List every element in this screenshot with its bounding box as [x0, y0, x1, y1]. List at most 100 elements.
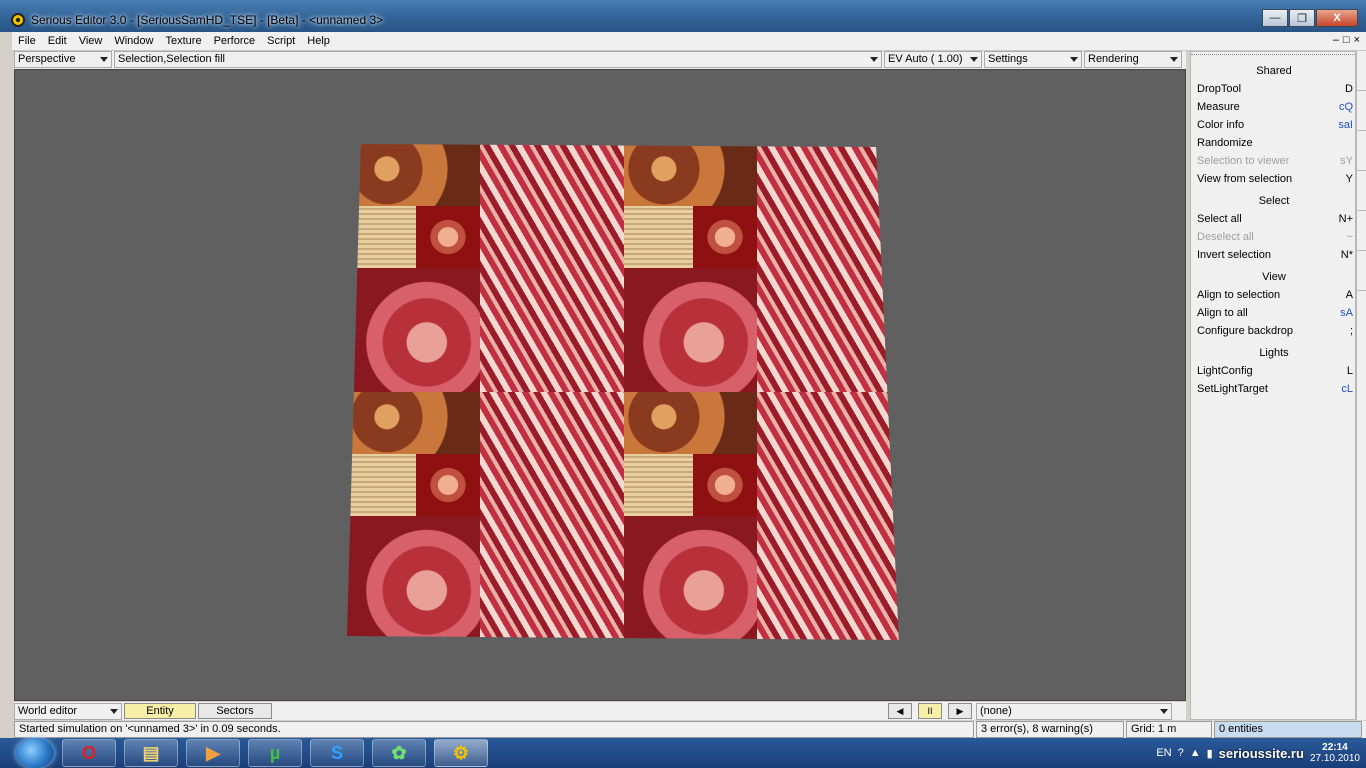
minimize-button[interactable]: — [1262, 9, 1288, 27]
clock[interactable]: 22:14 27.10.2010 [1310, 742, 1360, 764]
side-tab[interactable] [1357, 211, 1366, 251]
chevron-down-icon [110, 708, 118, 714]
menu-help[interactable]: Help [301, 33, 336, 50]
start-button[interactable] [16, 738, 54, 768]
tool-lightconfig[interactable]: LightConfig L [1191, 362, 1357, 380]
help-icon[interactable]: ? [1178, 747, 1184, 759]
taskbar-skype-icon[interactable]: S [310, 739, 364, 767]
taskbar-explorer-icon[interactable]: ▤ [124, 739, 178, 767]
tool-label: Invert selection [1197, 249, 1271, 261]
chevron-down-icon [1170, 57, 1178, 62]
side-tab[interactable] [1357, 171, 1366, 211]
taskbar-media-player-icon[interactable]: ▶ [186, 739, 240, 767]
tool-droptool[interactable]: DropTool D [1191, 80, 1357, 98]
menu-perforce[interactable]: Perforce [208, 33, 262, 50]
3d-viewport[interactable] [14, 69, 1186, 701]
tool-measure[interactable]: Measure cQ [1191, 98, 1357, 116]
menu-texture[interactable]: Texture [159, 33, 207, 50]
tool-configure-backdrop[interactable]: Configure backdrop; [1191, 322, 1357, 340]
rendering-dropdown[interactable]: Rendering [1084, 51, 1182, 68]
side-tab[interactable] [1357, 131, 1366, 171]
mdi-minimize-button[interactable]: – [1333, 34, 1339, 46]
menu-view[interactable]: View [73, 33, 109, 50]
chevron-down-icon [1160, 708, 1168, 714]
tool-shortcut: ~ [1346, 231, 1353, 243]
show-hidden-icons-icon[interactable]: ▲ [1190, 747, 1201, 759]
tool-label: Randomize [1197, 137, 1253, 149]
menu-script[interactable]: Script [261, 33, 301, 50]
next-button[interactable]: ▶ [948, 703, 972, 719]
chevron-down-icon [1070, 57, 1078, 62]
section-view-title: View [1262, 271, 1286, 283]
chevron-down-icon [970, 57, 978, 62]
tab-entity[interactable]: Entity [124, 703, 196, 719]
tab-sectors[interactable]: Sectors [198, 703, 272, 719]
taskbar-icq-icon[interactable]: ✿ [372, 739, 426, 767]
side-tab[interactable] [1357, 91, 1366, 131]
menu-file[interactable]: File [12, 33, 42, 50]
tool-label: Selection to viewer [1197, 155, 1290, 167]
mdi-close-button[interactable]: × [1354, 34, 1360, 46]
side-tab[interactable] [1357, 251, 1366, 291]
chevron-down-icon [870, 57, 878, 62]
tool-align-to-selection[interactable]: Align to selection A [1191, 286, 1357, 304]
tool-label: Configure backdrop [1197, 325, 1294, 337]
serious-editor-gear-icon [11, 13, 25, 27]
language-indicator[interactable]: EN [1156, 747, 1171, 759]
menu-edit[interactable]: Edit [42, 33, 73, 50]
texture-tile [624, 144, 899, 392]
previous-button[interactable]: ◀ [888, 703, 912, 719]
clock-date: 27.10.2010 [1309, 753, 1360, 764]
tool-select-all[interactable]: Select all N+ [1191, 210, 1357, 228]
tool-label: Select all [1197, 213, 1242, 225]
tool-view-from-selection[interactable]: View from selection Y [1191, 170, 1357, 188]
view-mode-value: Perspective [18, 53, 76, 65]
tool-invert-selection[interactable]: Invert selection N* [1191, 246, 1357, 264]
taskbar-opera-icon[interactable]: O [62, 739, 116, 767]
pause-button[interactable]: II [918, 703, 942, 719]
tool-label: Deselect all [1197, 231, 1254, 243]
selection-mode-dropdown[interactable]: Selection,Selection fill [114, 51, 882, 68]
textured-plane[interactable] [347, 144, 899, 640]
settings-dropdown[interactable]: Settings [984, 51, 1082, 68]
system-tray: EN ? ▲ ▮ serioussite.ru 22:14 27.10.2010 [1150, 738, 1360, 768]
tool-align-to-all[interactable]: Align to all sA [1191, 304, 1357, 322]
exposure-dropdown[interactable]: EV Auto ( 1.00) [884, 51, 982, 68]
tool-shortcut: saI [1338, 119, 1353, 131]
close-button[interactable]: X [1316, 9, 1358, 27]
exposure-value: EV Auto ( 1.00) [888, 53, 963, 65]
tool-randomize[interactable]: Randomize [1191, 134, 1357, 152]
taskbar-utorrent-icon[interactable]: µ [248, 739, 302, 767]
taskbar-serious-editor-icon[interactable]: ⚙ [434, 739, 488, 767]
grid-size: Grid: 1 m [1126, 721, 1212, 738]
tool-deselect-all: Deselect all ~ [1191, 228, 1357, 246]
window-title: Serious Editor 3.0 - [SeriousSamHD_TSE] … [31, 13, 384, 27]
tool-color-info[interactable]: Color info saI [1191, 116, 1357, 134]
menu-window[interactable]: Window [108, 33, 159, 50]
tool-shortcut: ; [1349, 325, 1353, 337]
tool-label: Align to all [1197, 307, 1248, 319]
target-dropdown[interactable]: (none) [976, 702, 1172, 720]
bottom-bar: World editor Entity Sectors ◀ II ▶ (none… [14, 702, 1186, 720]
editor-mode-dropdown[interactable]: World editor [14, 702, 122, 720]
selection-mode-value: Selection,Selection fill [118, 53, 226, 65]
tools-panel: Shared DropTool D Measure cQ Color info saI… [1190, 51, 1357, 720]
view-mode-dropdown[interactable]: Perspective [14, 51, 112, 68]
texture-tile [347, 144, 624, 392]
tool-shortcut: cQ [1338, 101, 1353, 113]
restore-button[interactable]: ❐ [1289, 9, 1315, 27]
tool-setlighttarget[interactable]: SetLightTarget cL [1191, 380, 1357, 398]
tool-shortcut: sA [1340, 307, 1353, 319]
error-warning-count[interactable]: 3 error(s), 8 warning(s) [976, 721, 1124, 738]
left-border [0, 32, 12, 738]
mdi-restore-button[interactable]: □ [1343, 34, 1350, 46]
rendering-value: Rendering [1088, 53, 1139, 65]
chevron-down-icon [100, 57, 108, 62]
clock-time: 22:14 [1322, 742, 1348, 753]
settings-value: Settings [988, 53, 1028, 65]
title-bar: Serious Editor 3.0 - [SeriousSamHD_TSE] … [0, 0, 1366, 32]
network-icon[interactable]: ▮ [1207, 747, 1213, 760]
mdi-buttons: – □ × [1333, 34, 1360, 46]
side-tab[interactable] [1357, 51, 1366, 91]
menu-bar: File Edit View Window Texture Perforce S… [12, 32, 1366, 51]
